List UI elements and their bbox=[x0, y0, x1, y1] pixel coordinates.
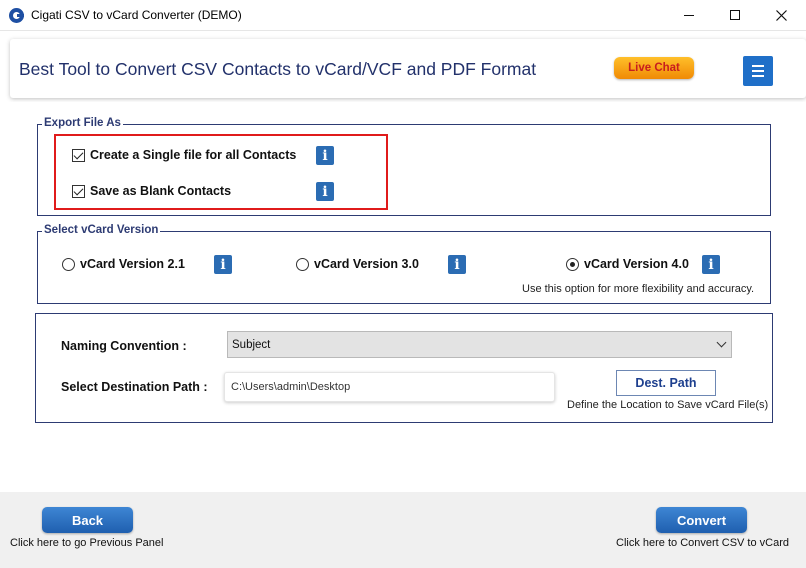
info-icon[interactable] bbox=[316, 182, 334, 201]
menu-icon bbox=[752, 65, 764, 67]
main-panel: Export File As Create a Single file for … bbox=[0, 102, 806, 492]
back-button[interactable]: Back bbox=[42, 507, 133, 533]
info-icon[interactable] bbox=[316, 146, 334, 165]
vcard-version-legend: Select vCard Version bbox=[42, 224, 161, 236]
minimize-button[interactable] bbox=[666, 0, 712, 30]
info-icon[interactable] bbox=[448, 255, 466, 274]
dest-path-hint: Define the Location to Save vCard File(s… bbox=[567, 399, 769, 411]
blank-contacts-option[interactable]: Save as Blank Contacts bbox=[72, 184, 231, 198]
naming-convention-label: Naming Convention : bbox=[61, 339, 187, 353]
vcard-21-label: vCard Version 2.1 bbox=[80, 257, 185, 271]
naming-convention-select[interactable]: Subject bbox=[227, 331, 732, 358]
footer-bar: Back Click here to go Previous Panel Con… bbox=[0, 492, 806, 568]
minimize-icon bbox=[684, 14, 694, 16]
window-title: Cigati CSV to vCard Converter (DEMO) bbox=[31, 8, 242, 22]
vcard-21-option[interactable]: vCard Version 2.1 bbox=[62, 257, 185, 271]
page-title: Best Tool to Convert CSV Contacts to vCa… bbox=[19, 59, 537, 79]
chevron-down-icon bbox=[716, 337, 727, 348]
vcard-30-radio[interactable] bbox=[296, 257, 309, 271]
live-chat-button[interactable]: Live Chat bbox=[614, 57, 694, 79]
single-file-option[interactable]: Create a Single file for all Contacts bbox=[72, 148, 296, 162]
vcard-40-hint: Use this option for more flexibility and… bbox=[522, 283, 755, 295]
maximize-button[interactable] bbox=[712, 0, 758, 30]
header-banner: Best Tool to Convert CSV Contacts to vCa… bbox=[10, 39, 806, 98]
convert-button[interactable]: Convert bbox=[656, 507, 747, 533]
vcard-40-radio[interactable] bbox=[566, 257, 579, 271]
title-bar: Cigati CSV to vCard Converter (DEMO) bbox=[0, 0, 806, 31]
info-icon[interactable] bbox=[214, 255, 232, 274]
highlight-box bbox=[54, 134, 388, 210]
close-button[interactable] bbox=[758, 0, 804, 30]
maximize-icon bbox=[730, 10, 740, 20]
vcard-40-label: vCard Version 4.0 bbox=[584, 257, 689, 271]
convert-hint: Click here to Convert CSV to vCard bbox=[616, 537, 790, 549]
export-file-legend: Export File As bbox=[42, 117, 123, 129]
single-file-label: Create a Single file for all Contacts bbox=[90, 148, 297, 162]
dest-path-button[interactable]: Dest. Path bbox=[616, 370, 716, 396]
vcard-30-option[interactable]: vCard Version 3.0 bbox=[296, 257, 419, 271]
destination-path-input[interactable] bbox=[224, 372, 555, 402]
vcard-30-label: vCard Version 3.0 bbox=[314, 257, 419, 271]
hamburger-menu-button[interactable] bbox=[743, 56, 773, 86]
vcard-40-option[interactable]: vCard Version 4.0 bbox=[566, 257, 689, 271]
info-icon[interactable] bbox=[702, 255, 720, 274]
back-hint: Click here to go Previous Panel bbox=[10, 537, 164, 549]
app-logo-icon bbox=[9, 8, 24, 23]
blank-contacts-checkbox[interactable] bbox=[72, 184, 85, 198]
single-file-checkbox[interactable] bbox=[72, 148, 85, 162]
destination-path-label: Select Destination Path : bbox=[61, 380, 208, 394]
blank-contacts-label: Save as Blank Contacts bbox=[90, 184, 232, 198]
vcard-21-radio[interactable] bbox=[62, 257, 75, 271]
close-icon bbox=[775, 9, 787, 21]
naming-convention-value: Subject bbox=[232, 338, 271, 351]
